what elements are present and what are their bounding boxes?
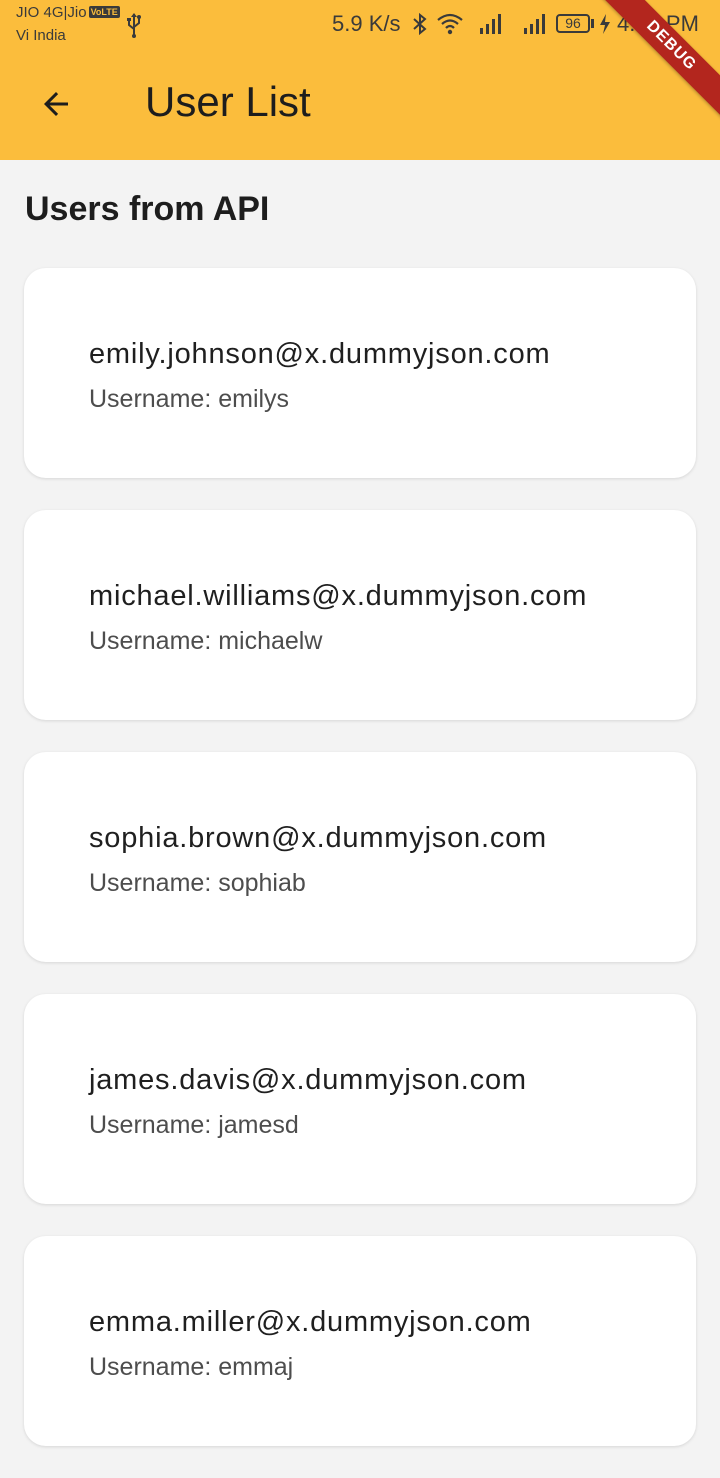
user-card[interactable]: sophia.brown@x.dummyjson.com Username: s… [24,752,696,962]
network-speed: 5.9 K/s [332,11,401,36]
user-username: Username: jamesd [89,1111,299,1139]
battery-tip [591,19,594,28]
wifi-icon [436,12,464,41]
bluetooth-icon [412,12,428,41]
app-bar: JIO 4G|JioVoLTE Vi India 5.9 K/s 96 4:05… [0,0,720,160]
charging-bolt-icon [598,13,612,40]
user-list: emily.johnson@x.dummyjson.com Username: … [24,268,696,1478]
user-card[interactable]: emily.johnson@x.dummyjson.com Username: … [24,268,696,478]
user-username: Username: michaelw [89,627,323,655]
carrier-line-2: Vi India [16,27,66,44]
user-email: james.davis@x.dummyjson.com [89,1064,527,1096]
back-button[interactable] [28,78,84,128]
user-card[interactable]: james.davis@x.dummyjson.com Username: ja… [24,994,696,1204]
signal-icon [522,12,548,41]
user-email: michael.williams@x.dummyjson.com [89,580,588,612]
page-title: User List [145,78,311,125]
user-username: Username: sophiab [89,869,306,897]
user-email: emma.miller@x.dummyjson.com [89,1306,532,1338]
user-username: Username: emilys [89,385,290,413]
signal-icon [478,12,504,41]
carrier-name: JIO 4G|Jio [16,4,87,21]
volte-badge: VoLTE [88,6,120,18]
user-card[interactable]: michael.williams@x.dummyjson.com Usernam… [24,510,696,720]
user-email: emily.johnson@x.dummyjson.com [89,338,551,370]
carrier-line-1: JIO 4G|Jio VoLTE [16,4,120,21]
arrow-back-icon [44,92,68,116]
user-username: Username: emmaj [89,1353,294,1381]
user-email: sophia.brown@x.dummyjson.com [89,822,548,854]
usb-icon [124,12,144,43]
user-card[interactable]: emma.miller@x.dummyjson.com Username: em… [24,1236,696,1446]
section-title: Users from API [25,190,270,228]
battery-indicator: 96 [556,14,590,33]
